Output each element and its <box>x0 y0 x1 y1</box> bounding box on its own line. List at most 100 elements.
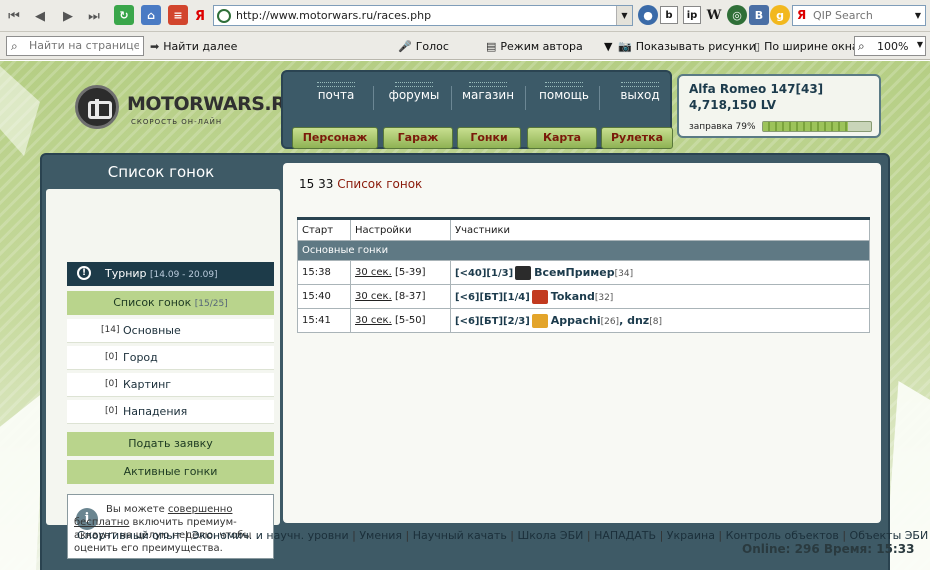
category-label: Город <box>123 351 158 364</box>
back-icon[interactable]: ◀ <box>30 6 50 26</box>
fit-width-label: По ширине окна <box>764 40 859 53</box>
tournament-label: Турнир [14.09 - 20.09] <box>105 267 218 280</box>
nav-map-button[interactable]: Карта <box>527 127 597 149</box>
player-link[interactable]: ВсемПример <box>534 266 614 279</box>
nav-roulette-button[interactable]: Рулетка <box>601 127 673 149</box>
nav-character-button[interactable]: Персонаж <box>292 127 378 149</box>
nav-logout[interactable]: выход <box>603 82 677 102</box>
show-images-button[interactable]: 📷 Показывать рисунки <box>618 40 756 53</box>
car-name[interactable]: Alfa Romeo 147[43] <box>689 82 823 96</box>
premium-promo: i Вы можете совершенно бесплатно включит… <box>67 494 274 559</box>
page-width-icon: ▯ <box>754 40 761 53</box>
footer-link[interactable]: Контроль объектов <box>726 529 839 542</box>
sidebar-item-attacks[interactable]: [0] Нападения <box>67 400 274 424</box>
address-bar[interactable]: http://www.motorwars.ru/races.php ▼ <box>213 5 633 26</box>
sidebar-item-city[interactable]: [0] Город <box>67 346 274 370</box>
find-box[interactable]: ⌕ <box>6 36 144 56</box>
main-frame: Список гонок ! Турнир [14.09 - 20.09] Сп… <box>40 153 890 570</box>
category-label: Нападения <box>123 405 188 418</box>
row-start: 15:41 <box>297 308 351 333</box>
reload-icon[interactable]: ↻ <box>114 5 134 25</box>
player-link[interactable]: dnz <box>627 314 649 327</box>
footer-link[interactable]: Школа ЭБИ <box>518 529 584 542</box>
yandex-search-icon: Я <box>797 8 807 22</box>
first-page-icon[interactable]: ⏮ <box>4 6 24 26</box>
fuel-bar <box>762 121 872 132</box>
group-label: Основные гонки <box>297 240 870 261</box>
sidebar-title: Список гонок <box>107 163 215 181</box>
yandex-icon[interactable]: Я <box>190 6 210 26</box>
row-settings: 30 сек. [5-39] <box>350 260 451 285</box>
author-mode-dropdown-icon[interactable]: ▼ <box>604 40 612 53</box>
category-count: [0] <box>105 379 118 389</box>
fuel-bar-fill <box>763 122 849 131</box>
sidebar-item-tournament[interactable]: ! Турнир [14.09 - 20.09] <box>67 262 274 286</box>
home-icon[interactable]: ⌂ <box>141 5 161 25</box>
zoom-icon: ⌕ <box>858 39 865 53</box>
fit-width-button[interactable]: ▯ По ширине окна <box>754 40 859 53</box>
wikipedia-icon[interactable]: W <box>705 6 723 24</box>
player-link[interactable]: Appachi <box>551 314 601 327</box>
nav-forums[interactable]: форумы <box>377 82 451 102</box>
nav-garage-button[interactable]: Гараж <box>383 127 453 149</box>
player-link[interactable]: Tokand <box>551 290 595 303</box>
player-level: [26] <box>600 316 620 327</box>
vk-icon[interactable]: B <box>749 5 769 25</box>
voice-button[interactable]: 🎤 Голос <box>398 40 449 53</box>
forward-icon[interactable]: ▶ <box>58 6 78 26</box>
crest-avatar-icon <box>531 289 548 304</box>
globe-icon[interactable]: ● <box>638 5 658 25</box>
settings-link[interactable]: 30 сек. <box>355 291 392 302</box>
fast-forward-icon[interactable]: ⏭ <box>84 6 104 26</box>
news-icon[interactable]: ≡ <box>168 5 188 25</box>
footer-link[interactable]: Объекты ЭБИ <box>850 529 929 542</box>
category-label: Картинг <box>123 378 172 391</box>
bookmark-b-icon[interactable]: b <box>660 6 678 24</box>
nav-races-button[interactable]: Гонки <box>457 127 521 149</box>
find-next-button[interactable]: ➡ Найти далее <box>150 40 237 53</box>
nav-mail[interactable]: почта <box>299 82 373 102</box>
promo-pre: Вы можете <box>106 504 165 515</box>
settings-link[interactable]: 30 сек. <box>355 267 392 278</box>
nav-shop[interactable]: магазин <box>451 82 525 102</box>
tournament-icon: ! <box>77 266 91 280</box>
races-table: Старт Настройки Участники Основные гонки… <box>297 217 870 333</box>
footer-link[interactable]: Научный качать <box>413 529 507 542</box>
footer-link[interactable]: Экономич. и научн. уровни <box>192 529 349 542</box>
sidebar-item-race-list[interactable]: Список гонок [15/25] <box>67 291 274 315</box>
content-heading: Список гонок <box>337 177 423 191</box>
nav-help[interactable]: помощь <box>527 82 601 102</box>
zoom-select[interactable]: ⌕ 100% ▼ <box>854 36 926 56</box>
footer-link[interactable]: НАПАДАТЬ <box>594 529 656 542</box>
site-icon <box>217 9 231 23</box>
show-images-label: Показывать рисунки <box>635 40 756 53</box>
fuel-label: заправка 79% <box>689 122 756 132</box>
site-logo[interactable]: MOTORWARS.RU СКОРОСТЬ ОН-ЛАЙН <box>75 83 301 133</box>
site-globe-icon[interactable]: ◎ <box>727 5 747 25</box>
search-dropdown-icon[interactable]: ▼ <box>911 6 925 25</box>
author-mode-button[interactable]: ▤ Режим автора <box>486 40 583 53</box>
active-races-button[interactable]: Активные гонки <box>67 460 274 484</box>
race-list-label: Список гонок <box>113 296 192 309</box>
qip-search-input[interactable] <box>813 8 908 23</box>
footer-link[interactable]: Спортивный опыт <box>77 529 181 542</box>
find-input[interactable] <box>29 39 139 52</box>
find-toolbar: ⌕ ➡Найти далее 🎤Голос ▤Режим автора ▼ 📷П… <box>0 32 930 60</box>
category-count: [0] <box>105 406 118 416</box>
sidebar-item-main[interactable]: [14] Основные <box>67 319 274 343</box>
footer-link[interactable]: Умения <box>359 529 402 542</box>
search-icon: ⌕ <box>11 39 18 53</box>
address-dropdown-icon[interactable]: ▼ <box>616 6 632 25</box>
car-status-panel: Alfa Romeo 147[43] 4,718,150 LV заправка… <box>677 74 881 138</box>
player-level: [32] <box>594 292 614 303</box>
bookmark-ip-icon[interactable]: ip <box>683 6 701 24</box>
apply-button[interactable]: Подать заявку <box>67 432 274 456</box>
header-participants: Участники <box>450 217 870 241</box>
settings-range: [5-39] <box>394 267 426 278</box>
qip-search-box[interactable]: Я ▼ <box>792 5 926 26</box>
microphone-icon: 🎤 <box>398 40 412 53</box>
google-icon[interactable]: g <box>770 5 790 25</box>
sidebar-item-karting[interactable]: [0] Картинг <box>67 373 274 397</box>
footer-link[interactable]: Украина <box>667 529 715 542</box>
settings-link[interactable]: 30 сек. <box>355 315 392 326</box>
